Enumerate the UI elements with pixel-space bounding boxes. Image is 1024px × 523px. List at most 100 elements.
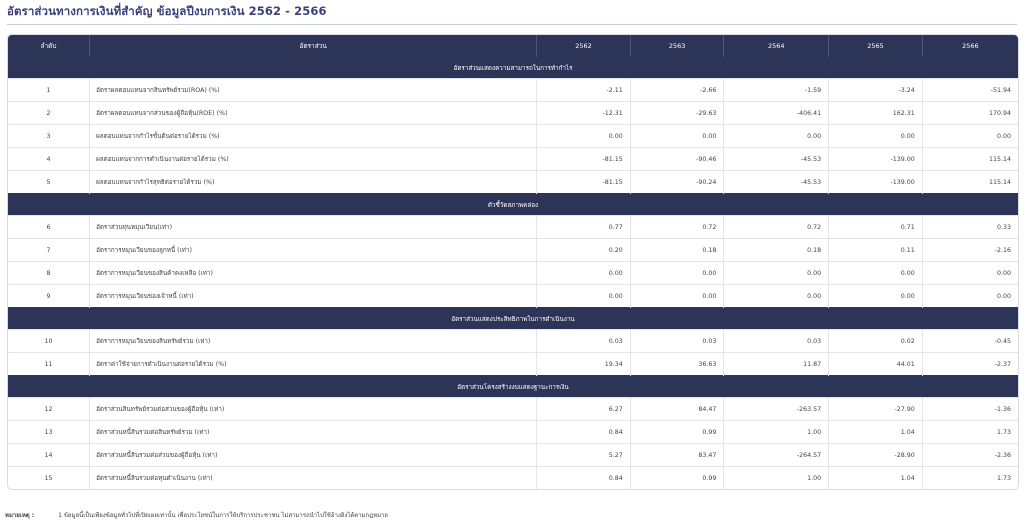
row-number-cell: 7 [8, 238, 90, 262]
value-cell-2564: -1.59 [723, 78, 829, 102]
value-cell-2565: 162.31 [828, 101, 923, 125]
value-cell-2563: 0.00 [629, 284, 724, 308]
ratio-name-cell: อัตราผลตอบแทนจากส่วนของผู้ถือหุ้น(ROE) (… [89, 101, 537, 125]
value-cell-2565: -139.00 [828, 147, 923, 171]
row-number-cell: 4 [8, 147, 90, 171]
table-row: 2 อัตราผลตอบแทนจากส่วนของผู้ถือหุ้น(ROE) … [8, 101, 1018, 125]
value-cell-2566: 0.33 [921, 215, 1018, 239]
value-cell-2566: -2.16 [921, 238, 1018, 262]
value-cell-2566: 1.73 [921, 420, 1018, 444]
table-row: 5 ผลตอบแทนจากกำไรสุทธิต่อรายได้รวม (%) -81… [8, 170, 1018, 194]
value-cell-2564: 1.00 [723, 466, 829, 489]
value-cell-2563: 0.03 [629, 329, 724, 353]
row-number-cell: 12 [8, 397, 90, 421]
footnote: หมายเหตุ : 1 ข้อมูลนี้เป็นเพียงข้อมูลทั่… [5, 510, 388, 520]
table-row: 7 อัตราการหมุนเวียนของลูกหนี้ (เท่า) 0.20 0… [8, 238, 1018, 262]
value-cell-2563: 0.00 [629, 124, 724, 148]
value-cell-2566: 0.00 [921, 284, 1018, 308]
value-cell-2565: 0.00 [828, 284, 923, 308]
value-cell-2566: -2.36 [921, 443, 1018, 467]
ratio-name-cell: อัตราค่าใช้จ่ายการดำเนินงานต่อรายได้รวม … [89, 352, 537, 376]
value-cell-2565: -28.90 [828, 443, 923, 467]
value-cell-2564: -45.53 [723, 147, 829, 171]
value-cell-2562: 0.20 [536, 238, 631, 262]
table-row: 13 อัตราส่วนหนี้สินรวมต่อสินทรัพย์รวม (เท… [8, 420, 1018, 444]
value-cell-2566: -1.36 [921, 397, 1018, 421]
value-cell-2564: 0.03 [723, 329, 829, 353]
table-row: 6 อัตราส่วนทุนหมุนเวียน(เท่า) 0.77 0.72 0.72… [8, 215, 1018, 239]
value-cell-2563: 0.99 [629, 420, 724, 444]
table-row: 12 อัตราส่วนสินทรัพย์รวมต่อส่วนของผู้ถือห… [8, 397, 1018, 421]
ratio-name-cell: อัตราส่วนทุนหมุนเวียน(เท่า) [89, 215, 537, 239]
value-cell-2564: -406.41 [723, 101, 829, 125]
value-cell-2562: 0.84 [536, 420, 631, 444]
value-cell-2565: 44.01 [828, 352, 923, 376]
ratio-name-cell: อัตราส่วนหนี้สินรวมต่อส่วนของผู้ถือหุ้น … [89, 443, 537, 467]
value-cell-2563: 0.72 [629, 215, 724, 239]
value-cell-2566: -2.37 [921, 352, 1018, 376]
value-cell-2562: 0.03 [536, 329, 631, 353]
value-cell-2563: 0.00 [629, 261, 724, 285]
table-row: 8 อัตราการหมุนเวียนของสินค้าคงเหลือ (เท่า… [8, 261, 1018, 285]
value-cell-2563: -2.66 [629, 78, 724, 102]
value-cell-2562: 0.84 [536, 466, 631, 489]
value-cell-2566: 0.00 [921, 261, 1018, 285]
ratio-name-cell: อัตราส่วนหนี้สินรวมต่อทุนดำเนินงาน (เท่า… [89, 466, 537, 489]
row-number-cell: 14 [8, 443, 90, 467]
table-body: อัตราส่วนแสดงความสามารถในการทำกำไร 1 อัตรา… [8, 56, 1018, 489]
table-row: 14 อัตราส่วนหนี้สินรวมต่อส่วนของผู้ถือหุ้… [8, 443, 1018, 467]
value-cell-2563: -90.46 [629, 147, 724, 171]
value-cell-2562: 0.77 [536, 215, 631, 239]
row-number-cell: 15 [8, 466, 90, 489]
value-cell-2563: 84.47 [629, 397, 724, 421]
ratio-name-cell: ผลตอบแทนจากกำไรสุทธิต่อรายได้รวม (%) [89, 170, 537, 194]
value-cell-2566: 0.00 [921, 124, 1018, 148]
table-row: 10 อัตราการหมุนเวียนของสินทรัพย์รวม (เท่า… [8, 329, 1018, 353]
row-number-cell: 3 [8, 124, 90, 148]
value-cell-2566: 115.14 [921, 147, 1018, 171]
section-title: อัตราส่วนแสดงประสิทธิภาพในการดำเนินงาน [8, 307, 1018, 330]
value-cell-2566: 115.14 [921, 170, 1018, 194]
row-number-cell: 2 [8, 101, 90, 125]
ratio-name-cell: อัตราการหมุนเวียนของสินค้าคงเหลือ (เท่า) [89, 261, 537, 285]
ratio-name-cell: อัตราส่วนหนี้สินรวมต่อสินทรัพย์รวม (เท่า… [89, 420, 537, 444]
value-cell-2562: 19.34 [536, 352, 631, 376]
section-header-row: อัตราส่วนโครงสร้างงบแสดงฐานะการเงิน [8, 375, 1018, 398]
ratio-name-cell: อัตราผลตอบแทนจากสินทรัพย์รวม(ROA) (%) [89, 78, 537, 102]
value-cell-2566: -0.45 [921, 329, 1018, 353]
row-number-cell: 10 [8, 329, 90, 353]
row-number-cell: 9 [8, 284, 90, 308]
value-cell-2566: 170.94 [921, 101, 1018, 125]
value-cell-2563: -29.63 [629, 101, 724, 125]
value-cell-2563: 0.99 [629, 466, 724, 489]
ratio-name-cell: อัตราการหมุนเวียนของลูกหนี้ (เท่า) [89, 238, 537, 262]
value-cell-2563: 0.18 [629, 238, 724, 262]
table-row: 9 อัตราการหมุนเวียนของเจ้าหนี้ (เท่า) 0.00… [8, 284, 1018, 308]
row-number-cell: 5 [8, 170, 90, 194]
section-header-row: อัตราส่วนแสดงประสิทธิภาพในการดำเนินงาน [8, 307, 1018, 330]
value-cell-2564: 0.00 [723, 284, 829, 308]
column-header-no: ลำดับ [8, 35, 90, 57]
value-cell-2562: -2.11 [536, 78, 631, 102]
value-cell-2562: -81.15 [536, 147, 631, 171]
column-header-2562: 2562 [536, 35, 631, 57]
footnote-text: 1 ข้อมูลนี้เป็นเพียงข้อมูลทั่วไปที่เปิดเ… [58, 512, 388, 519]
table-row: 15 อัตราส่วนหนี้สินรวมต่อทุนดำเนินงาน (เท… [8, 466, 1018, 489]
row-number-cell: 8 [8, 261, 90, 285]
value-cell-2562: 0.00 [536, 124, 631, 148]
value-cell-2562: 6.27 [536, 397, 631, 421]
value-cell-2564: -263.57 [723, 397, 829, 421]
table-header-row: ลำดับ อัตราส่วน 2562 2563 2564 2565 2566 [8, 35, 1018, 57]
table-row: 3 ผลตอบแทนจากกำไรขั้นต้นต่อรายได้รวม (%) 0… [8, 124, 1018, 148]
value-cell-2564: 1.00 [723, 420, 829, 444]
section-title: อัตราส่วนแสดงความสามารถในการทำกำไร [8, 56, 1018, 79]
value-cell-2562: 5.27 [536, 443, 631, 467]
value-cell-2564: -45.53 [723, 170, 829, 194]
value-cell-2565: 1.04 [828, 420, 923, 444]
value-cell-2562: 0.00 [536, 261, 631, 285]
ratio-table-container: ลำดับ อัตราส่วน 2562 2563 2564 2565 2566… [7, 34, 1019, 490]
value-cell-2562: -81.15 [536, 170, 631, 194]
value-cell-2564: 0.00 [723, 124, 829, 148]
section-header-row: อัตราส่วนแสดงความสามารถในการทำกำไร [8, 56, 1018, 79]
ratio-table: ลำดับ อัตราส่วน 2562 2563 2564 2565 2566… [8, 35, 1018, 489]
